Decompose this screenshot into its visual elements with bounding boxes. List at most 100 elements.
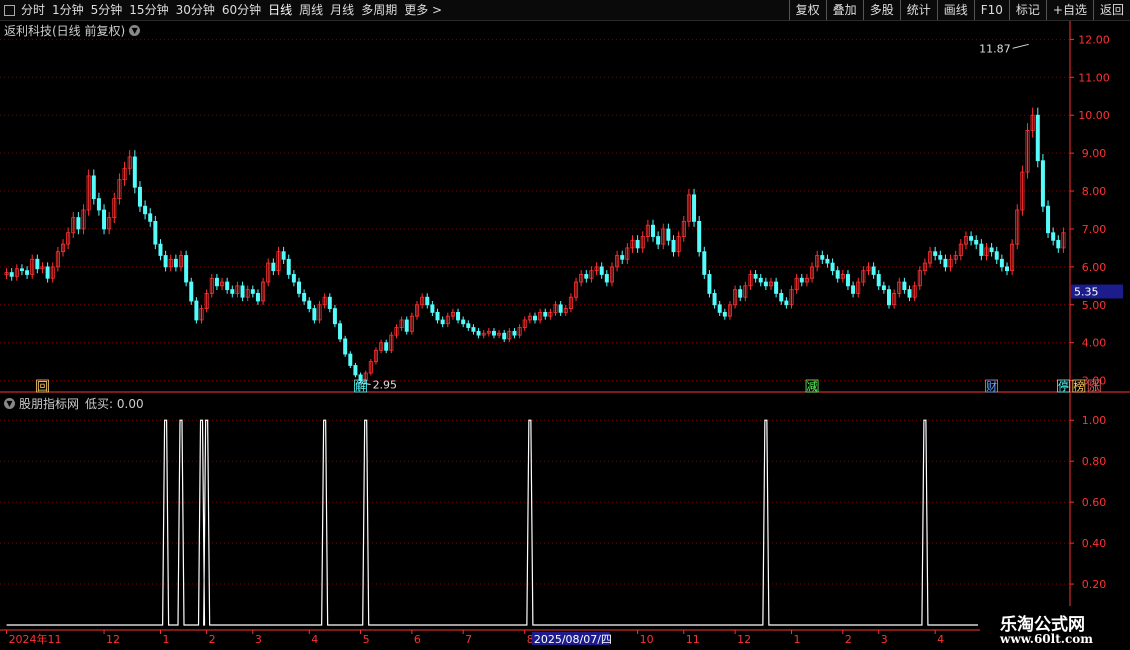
candle-body xyxy=(384,342,389,351)
candle-body xyxy=(148,213,153,222)
period-tab-3[interactable]: 15分钟 xyxy=(129,0,168,20)
candle-body xyxy=(784,300,789,306)
candle-body xyxy=(835,270,840,279)
candle-body xyxy=(281,251,286,260)
event-marker-label: 停 xyxy=(1058,379,1069,393)
period-tab-8[interactable]: 月线 xyxy=(330,0,354,20)
date-tick-label: 3 xyxy=(881,633,888,646)
indicator-value: 低买: 0.00 xyxy=(85,396,144,411)
candle-body xyxy=(999,258,1004,268)
candle-body xyxy=(989,247,994,253)
candle-body xyxy=(604,274,609,283)
candle-body xyxy=(820,255,825,260)
candle-body xyxy=(404,319,409,332)
date-axis: 2024年1112123456782025/08/07/四10111212345 xyxy=(0,629,1001,646)
candle-body xyxy=(491,330,496,336)
candle-body xyxy=(753,274,758,279)
candle-body xyxy=(584,274,589,279)
candle-body xyxy=(702,251,707,275)
indicator-tick-label: 0.40 xyxy=(1082,537,1107,550)
candle-body xyxy=(512,330,517,336)
period-tab-5[interactable]: 60分钟 xyxy=(222,0,261,20)
kline-chart[interactable]: 12.0011.0010.009.008.007.006.005.004.003… xyxy=(0,0,1130,650)
price-axis: 12.0011.0010.009.008.007.006.005.004.003… xyxy=(0,20,1130,630)
high-arrow xyxy=(1012,43,1029,49)
toolbar-button-7[interactable]: +自选 xyxy=(1045,0,1093,20)
period-tab-0[interactable]: 分时 xyxy=(21,0,45,20)
candle-body xyxy=(502,332,507,340)
period-tab-1[interactable]: 1分钟 xyxy=(52,0,84,20)
indicator-axis: 1.00 0.80 0.60 0.40 0.20 xyxy=(1070,414,1106,591)
candle-body xyxy=(214,277,219,287)
candle-body xyxy=(1005,266,1010,272)
candle-body xyxy=(327,296,332,309)
event-marker-label: 涨 xyxy=(1089,380,1100,393)
candle-body xyxy=(291,274,296,283)
period-tab-7[interactable]: 周线 xyxy=(299,0,323,20)
period-tab-2[interactable]: 5分钟 xyxy=(91,0,123,20)
candle-body xyxy=(558,304,563,313)
candle-body xyxy=(271,262,276,272)
window-icon[interactable] xyxy=(4,4,15,16)
period-tab-10[interactable]: 更多 > xyxy=(404,0,442,20)
candle-body xyxy=(830,262,835,272)
toolbar-buttons: 复权 叠加 多股 统计 画线 F10 标记 +自选 返回 xyxy=(788,0,1130,20)
candle-body xyxy=(712,293,717,306)
candle-body xyxy=(353,365,358,376)
candle-body xyxy=(938,255,943,260)
period-tab-4[interactable]: 30分钟 xyxy=(176,0,215,20)
date-tick-label: 6 xyxy=(414,633,421,646)
candle-body xyxy=(173,258,178,268)
toolbar-button-4[interactable]: 画线 xyxy=(936,0,974,20)
indicator-tick-label: 1.00 xyxy=(1082,414,1107,427)
candle-body xyxy=(1046,205,1051,234)
event-marker-label: 解 xyxy=(355,379,366,393)
candle-body xyxy=(158,243,163,256)
toolbar-button-1[interactable]: 叠加 xyxy=(825,0,863,20)
price-tick-label: 8.00 xyxy=(1082,185,1107,198)
date-tick-label: 4 xyxy=(937,633,944,646)
candle-body xyxy=(430,304,435,313)
toolbar-button-8[interactable]: 返回 xyxy=(1092,0,1130,20)
candle-body xyxy=(907,289,912,298)
candle-body xyxy=(296,281,301,294)
candle-body xyxy=(738,289,743,298)
date-tick-label: 11 xyxy=(686,633,700,646)
candle-body xyxy=(692,194,697,222)
candle-body xyxy=(887,289,892,306)
low-label: 2.95 xyxy=(373,379,398,392)
stock-title-bar: 返利科技(日线 前复权) ▼ xyxy=(4,22,141,38)
candle-body xyxy=(656,236,661,245)
period-tab-9[interactable]: 多周期 xyxy=(361,0,397,20)
candle-body xyxy=(851,285,856,294)
candle-body xyxy=(45,266,50,279)
current-price-label: 5.35 xyxy=(1074,286,1099,299)
candle-body xyxy=(758,277,763,283)
candle-body xyxy=(763,281,768,287)
date-tick-label: 7 xyxy=(465,633,472,646)
candle-body xyxy=(1056,239,1061,249)
candle-body xyxy=(933,251,938,256)
period-tab-6[interactable]: 日线 xyxy=(268,0,292,20)
chevron-down-icon[interactable]: ▼ xyxy=(4,397,15,409)
candle-body xyxy=(779,293,784,302)
toolbar-button-2[interactable]: 多股 xyxy=(862,0,900,20)
date-tick-label: 4 xyxy=(311,633,318,646)
candle-body xyxy=(651,224,656,237)
date-tick-label: 12 xyxy=(106,633,120,646)
date-cursor-label: 2025/08/07/四 xyxy=(534,633,612,646)
toolbar-button-0[interactable]: 复权 xyxy=(788,0,826,20)
toolbar-button-5[interactable]: F10 xyxy=(973,0,1009,20)
price-tick-label: 5.00 xyxy=(1082,299,1107,312)
candle-body xyxy=(348,353,353,366)
event-marker-label: 回 xyxy=(37,380,48,393)
chevron-down-icon[interactable]: ▼ xyxy=(129,24,141,36)
candle-body xyxy=(979,243,984,256)
high-label: 11.87 xyxy=(979,42,1011,55)
stock-title: 返利科技(日线 前复权) xyxy=(4,23,126,38)
event-marker-label: 榜 xyxy=(1073,379,1084,393)
price-tick-label: 6.00 xyxy=(1082,261,1107,274)
candle-body xyxy=(533,315,538,321)
toolbar-button-3[interactable]: 统计 xyxy=(899,0,937,20)
toolbar-button-6[interactable]: 标记 xyxy=(1008,0,1046,20)
